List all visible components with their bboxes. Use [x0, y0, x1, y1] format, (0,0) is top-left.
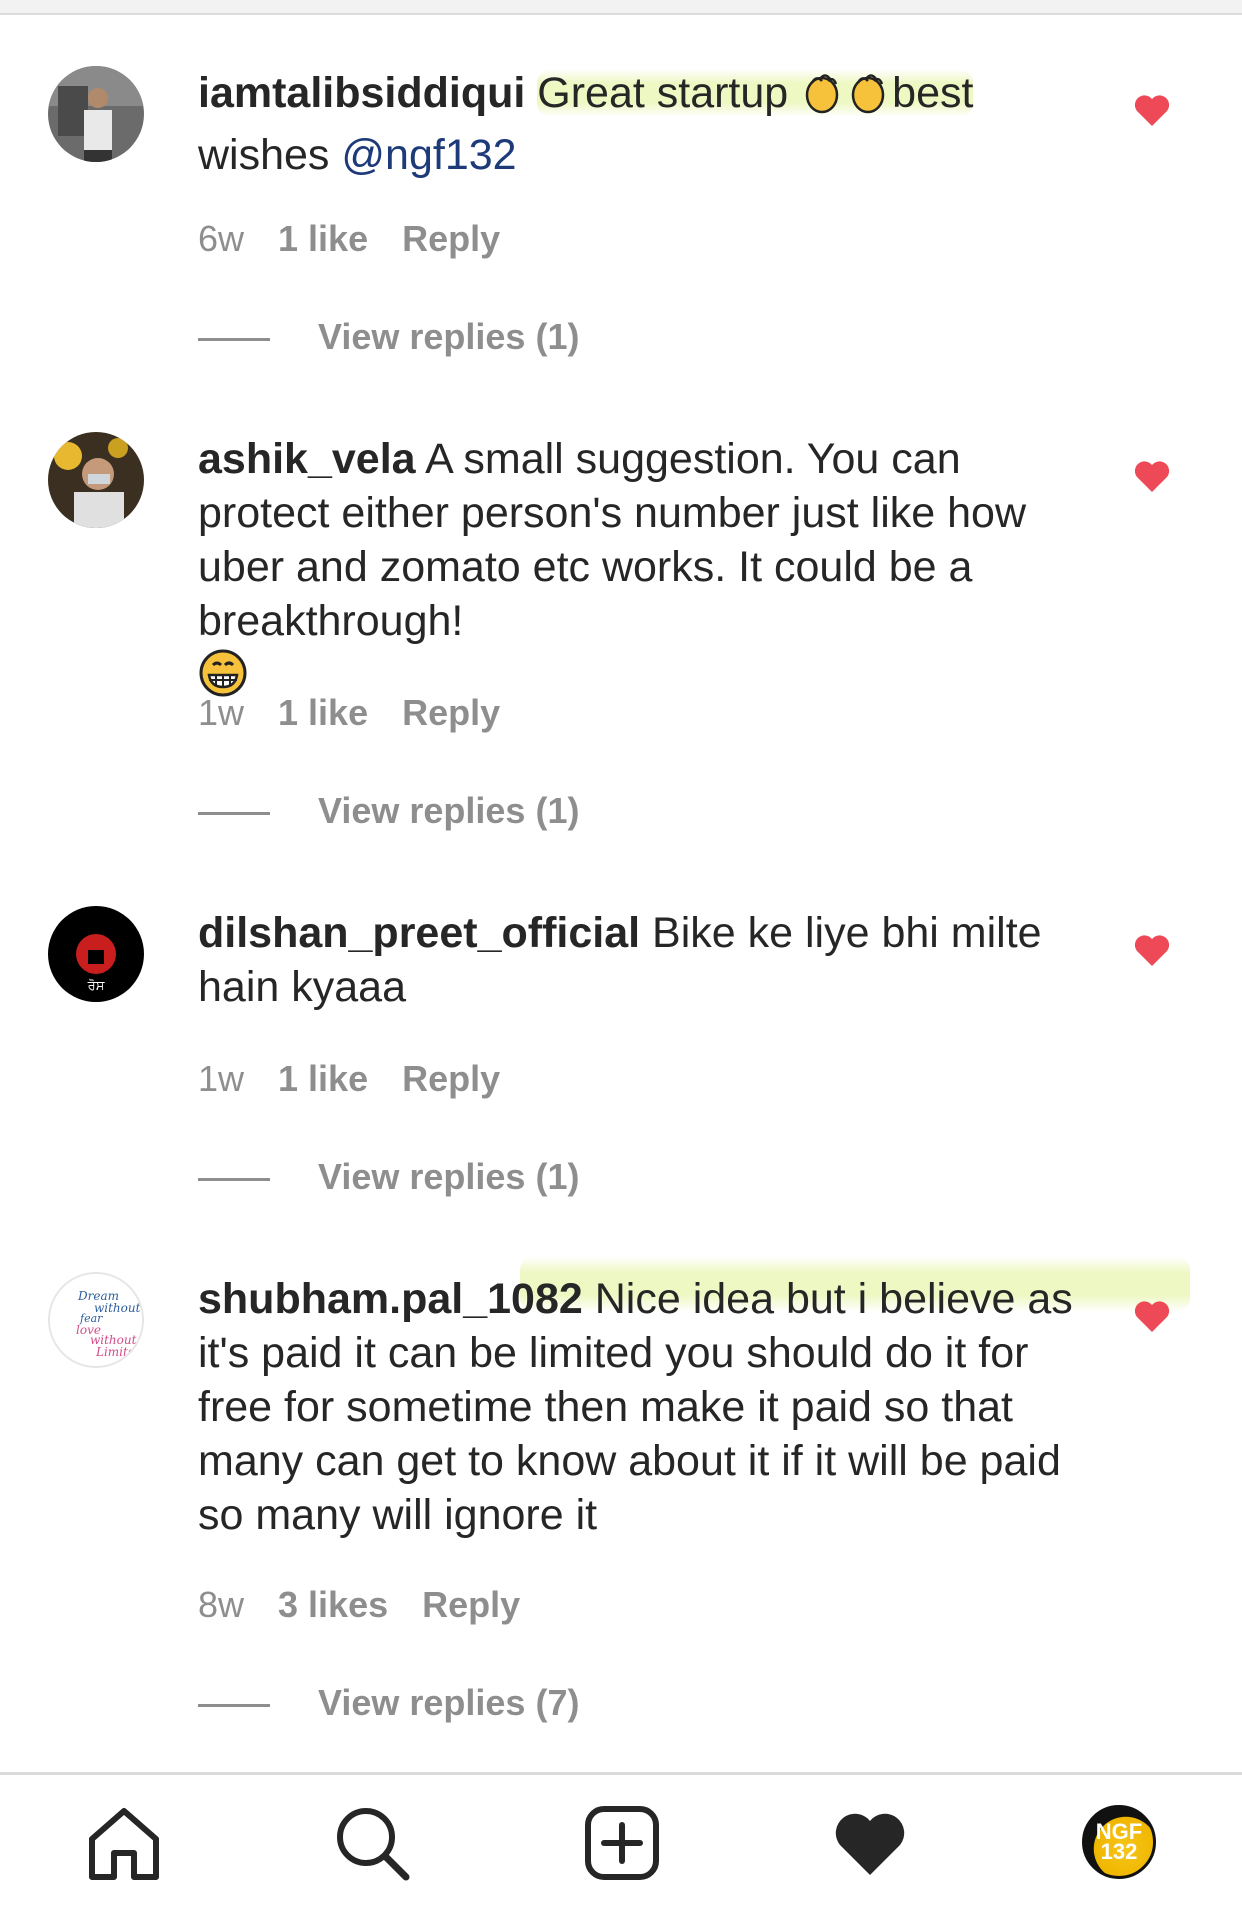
avatar[interactable]: ਰੋਸ: [48, 906, 144, 1002]
comment-meta: 1w 1 like Reply: [198, 1058, 534, 1100]
comment-username[interactable]: ashik_vela: [198, 435, 416, 483]
avatar[interactable]: [48, 432, 144, 528]
comment-likes[interactable]: 1 like: [278, 1058, 368, 1099]
comment-username[interactable]: dilshan_preet_official: [198, 909, 640, 957]
bottom-navigation: NGF 132: [0, 1772, 1242, 1911]
comment-time: 1w: [198, 692, 245, 733]
view-replies-button[interactable]: View replies (1): [198, 1156, 579, 1198]
comment-meta: 8w 3 likes Reply: [198, 1584, 554, 1626]
comment-username[interactable]: iamtalibsiddiqui: [198, 69, 525, 117]
comment-meta: 1w 1 like Reply: [198, 692, 534, 734]
avatar[interactable]: [48, 66, 144, 162]
divider: [198, 337, 270, 341]
like-heart-icon[interactable]: [1132, 92, 1172, 128]
comment-text: ashik_vela A small suggestion. You can p…: [198, 432, 1098, 711]
comment-meta: 6w 1 like Reply: [198, 218, 534, 260]
reply-button[interactable]: Reply: [402, 692, 500, 733]
like-heart-icon[interactable]: [1132, 458, 1172, 494]
like-heart-icon[interactable]: [1132, 932, 1172, 968]
divider: [198, 811, 270, 815]
avatar-logo-text: ਰੋਸ: [87, 978, 105, 994]
top-status-bar: [0, 0, 1242, 15]
clapping-hands-icon: [800, 69, 846, 128]
avatar-logo-text: Limits: [95, 1345, 134, 1359]
comment-username[interactable]: shubham.pal_1082: [198, 1275, 583, 1323]
search-icon[interactable]: [332, 1803, 412, 1883]
comment-time: 8w: [198, 1584, 245, 1625]
view-replies-button[interactable]: View replies (1): [198, 790, 579, 832]
home-icon[interactable]: [84, 1803, 164, 1883]
comment-text: iamtalibsiddiqui Great startup best wishe…: [198, 69, 974, 179]
profile-avatar[interactable]: NGF 132: [1082, 1805, 1156, 1879]
comment-text: shubham.pal_1082 Nice idea but i believe…: [198, 1275, 1073, 1539]
like-heart-icon[interactable]: [1132, 1298, 1172, 1334]
divider: [198, 1703, 270, 1707]
view-replies-button[interactable]: View replies (1): [198, 316, 579, 358]
reply-button[interactable]: Reply: [422, 1584, 520, 1625]
comment-time: 6w: [198, 218, 245, 259]
comment-text: dilshan_preet_official Bike ke liye bhi …: [198, 909, 1042, 1011]
reply-button[interactable]: Reply: [402, 218, 500, 259]
comment-likes[interactable]: 1 like: [278, 218, 368, 259]
new-post-icon[interactable]: [582, 1803, 662, 1883]
comment-time: 1w: [198, 1058, 245, 1099]
mention-link[interactable]: @ngf132: [341, 131, 516, 179]
reply-button[interactable]: Reply: [402, 1058, 500, 1099]
comment-likes[interactable]: 1 like: [278, 692, 368, 733]
view-replies-button[interactable]: View replies (7): [198, 1682, 579, 1724]
comment-likes[interactable]: 3 likes: [278, 1584, 388, 1625]
highlighted-text: Great startup best: [537, 69, 974, 117]
activity-heart-icon[interactable]: [830, 1803, 910, 1883]
clapping-hands-icon: [846, 69, 892, 128]
avatar[interactable]: Dream without fear love without Limits: [48, 1272, 144, 1368]
divider: [198, 1177, 270, 1181]
